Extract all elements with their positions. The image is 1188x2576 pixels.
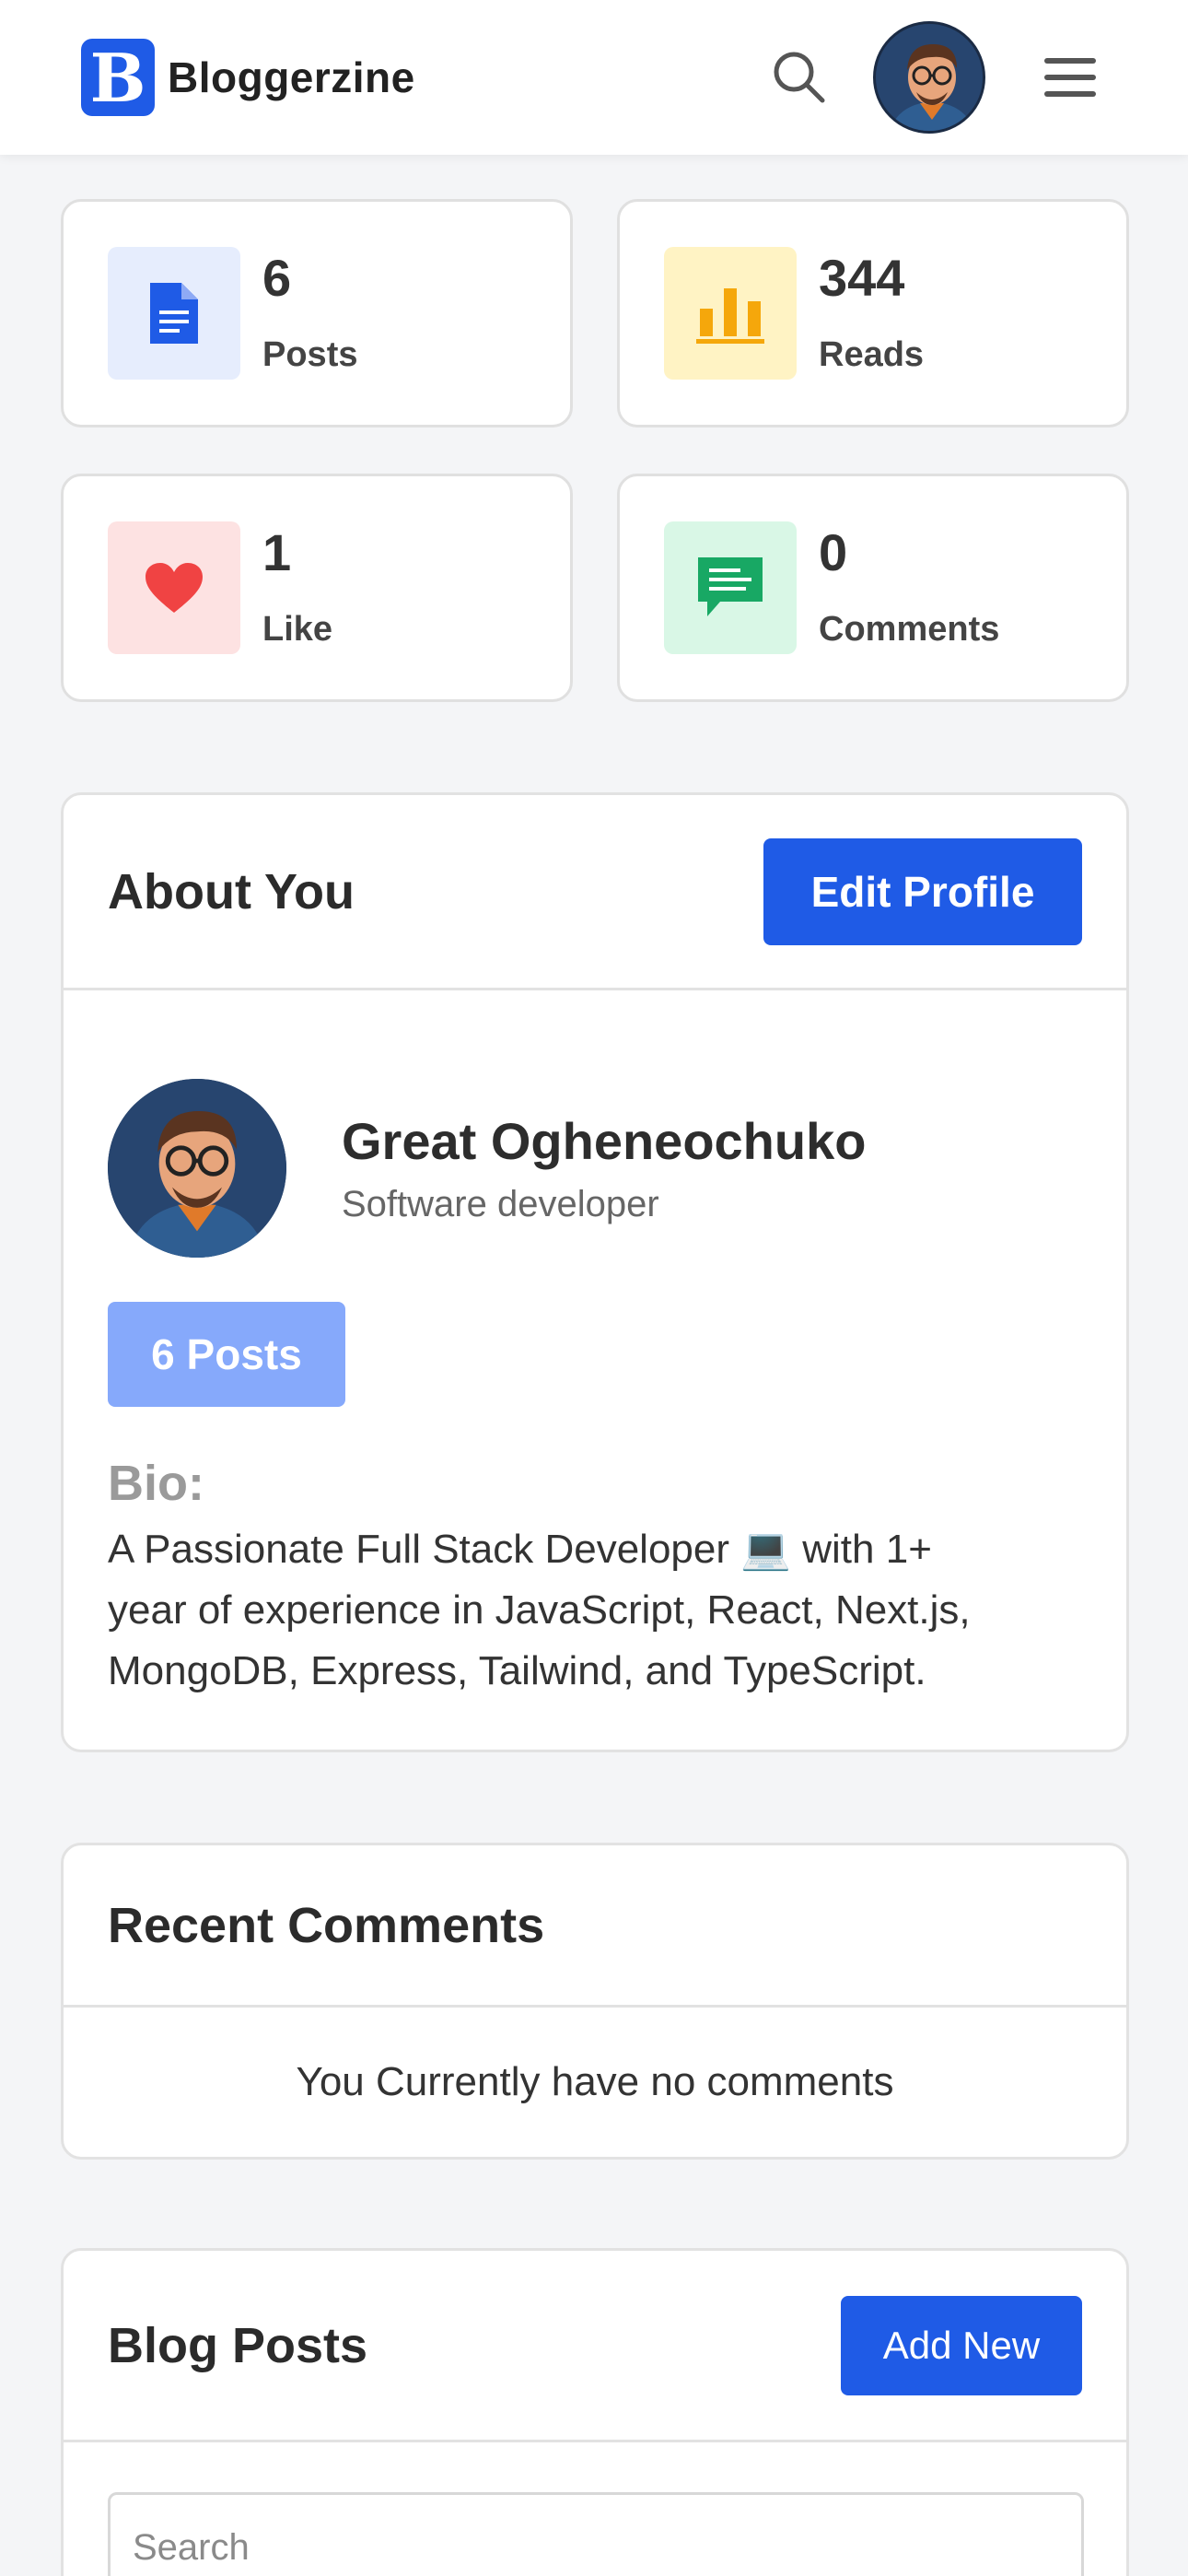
stat-label: Reads bbox=[819, 334, 925, 374]
user-avatar[interactable] bbox=[873, 21, 985, 134]
profile-avatar bbox=[108, 1079, 286, 1258]
stat-card-reads[interactable]: 344 Reads bbox=[617, 199, 1129, 427]
stat-label: Posts bbox=[262, 334, 358, 374]
stat-label: Comments bbox=[819, 609, 1000, 649]
stat-label: Like bbox=[262, 609, 333, 649]
blog-posts-card: Blog Posts Add New bbox=[61, 2248, 1129, 2576]
search-icon[interactable] bbox=[763, 41, 836, 114]
profile-role: Software developer bbox=[342, 1184, 659, 1224]
header-actions bbox=[763, 21, 1107, 134]
empty-comments-message: You Currently have no comments bbox=[296, 2059, 894, 2104]
brand-name[interactable]: Bloggerzine bbox=[168, 53, 415, 102]
top-navbar: B Bloggerzine bbox=[0, 0, 1188, 155]
recent-comments-title: Recent Comments bbox=[108, 1897, 545, 1953]
blog-search-input[interactable] bbox=[108, 2492, 1084, 2576]
about-card-header: About You Edit Profile bbox=[64, 795, 1126, 990]
bio-text: A Passionate Full Stack Developer 💻 with… bbox=[108, 1519, 1082, 1702]
hamburger-menu-icon[interactable] bbox=[1033, 41, 1107, 114]
add-new-post-button[interactable]: Add New bbox=[841, 2295, 1082, 2395]
stat-card-comments[interactable]: 0 Comments bbox=[617, 474, 1129, 702]
bio-line: A Passionate Full Stack Developer 💻 with… bbox=[108, 1527, 932, 1572]
heart-icon bbox=[108, 521, 240, 654]
bar-chart-icon bbox=[664, 247, 797, 380]
about-you-card: About You Edit Profile Great Ogheneochuk… bbox=[61, 792, 1129, 1752]
bio-label: Bio: bbox=[108, 1456, 204, 1511]
stat-value: 1 bbox=[262, 522, 292, 581]
about-title: About You bbox=[108, 863, 355, 919]
recent-comments-header: Recent Comments bbox=[64, 1845, 1126, 2008]
document-icon bbox=[108, 247, 240, 380]
stat-value: 6 bbox=[262, 248, 292, 307]
blog-posts-header: Blog Posts Add New bbox=[64, 2251, 1126, 2442]
recent-comments-body: You Currently have no comments bbox=[64, 2008, 1126, 2157]
profile-name: Great Ogheneochuko bbox=[342, 1112, 867, 1170]
about-card-body: Great Ogheneochuko Software developer 6 … bbox=[64, 990, 1126, 1702]
stat-value: 344 bbox=[819, 248, 905, 307]
bio-line: year of experience in JavaScript, React,… bbox=[108, 1587, 971, 1633]
comment-icon bbox=[664, 521, 797, 654]
edit-profile-button[interactable]: Edit Profile bbox=[763, 837, 1082, 945]
profile-row: Great Ogheneochuko Software developer bbox=[108, 1079, 1082, 1258]
stat-card-posts[interactable]: 6 Posts bbox=[61, 199, 573, 427]
stat-card-likes[interactable]: 1 Like bbox=[61, 474, 573, 702]
bio-line: MongoDB, Express, Tailwind, and TypeScri… bbox=[108, 1648, 926, 1693]
recent-comments-card: Recent Comments You Currently have no co… bbox=[61, 1843, 1129, 2160]
brand-logo-icon[interactable]: B bbox=[81, 39, 155, 117]
posts-count-badge[interactable]: 6 Posts bbox=[108, 1302, 345, 1407]
blog-posts-title: Blog Posts bbox=[108, 2317, 368, 2373]
stat-value: 0 bbox=[819, 522, 848, 581]
